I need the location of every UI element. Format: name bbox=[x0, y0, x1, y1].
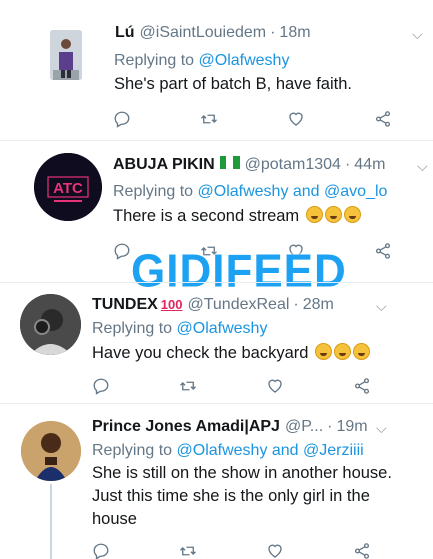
retweet-icon bbox=[201, 114, 217, 124]
reply-icon bbox=[93, 543, 109, 559]
tweet-text-line: house bbox=[92, 510, 137, 528]
like-icon bbox=[268, 379, 282, 393]
timestamp[interactable]: 28m bbox=[303, 296, 334, 314]
avatar-photo-icon bbox=[50, 30, 82, 80]
reply-button[interactable] bbox=[92, 375, 179, 397]
share-icon bbox=[375, 111, 391, 127]
tweet-3[interactable]: TUNDEX 100 @TundexReal · 28m ⌵ Replying … bbox=[0, 283, 433, 403]
user-handle[interactable]: @iSaintLouiedem bbox=[140, 24, 267, 42]
replying-prefix: Replying to bbox=[114, 52, 195, 69]
reply-icon bbox=[93, 378, 109, 395]
avatar-photo-icon bbox=[21, 421, 81, 481]
user-handle[interactable]: @TundexReal bbox=[187, 296, 289, 314]
share-button[interactable] bbox=[374, 108, 433, 130]
tweet-4[interactable]: Prince Jones Amadi|APJ @P... · 19m ⌵ Rep… bbox=[0, 404, 433, 559]
mention-link[interactable]: @Olafweshy bbox=[177, 320, 268, 337]
mention-link[interactable]: @Olafweshy bbox=[199, 52, 290, 69]
tweet-text: She is still on the show in another hous… bbox=[92, 462, 428, 531]
share-icon bbox=[354, 378, 370, 394]
share-icon bbox=[354, 543, 370, 559]
hundred-points-icon: 100 bbox=[160, 297, 183, 312]
replying-to: Replying to @Olafweshy and @avo_lo bbox=[113, 183, 387, 201]
avatar[interactable] bbox=[21, 421, 81, 481]
separator-dot: · bbox=[344, 156, 351, 173]
replying-prefix: Replying to bbox=[92, 442, 173, 459]
replying-to: Replying to @Olafweshy bbox=[114, 52, 289, 70]
like-button[interactable] bbox=[287, 108, 374, 130]
avatar[interactable] bbox=[50, 30, 82, 80]
tweet-header: Lú @iSaintLouiedem · 18m bbox=[115, 24, 311, 42]
reply-button[interactable] bbox=[113, 108, 200, 130]
avatar-photo-icon bbox=[20, 294, 81, 355]
tweet-text: Have you check the backyard bbox=[92, 342, 371, 365]
replying-to: Replying to @Olafweshy and @Jerziiii bbox=[92, 442, 364, 460]
laughing-emoji-icon bbox=[353, 343, 371, 360]
retweet-icon bbox=[180, 381, 196, 391]
chevron-down-icon[interactable]: ⌵ bbox=[417, 158, 428, 175]
laughing-emoji-icon bbox=[343, 206, 361, 223]
like-icon bbox=[289, 112, 303, 126]
retweet-button[interactable] bbox=[200, 108, 287, 130]
laughing-emoji-icon bbox=[324, 206, 342, 223]
share-button[interactable] bbox=[353, 540, 433, 559]
share-icon bbox=[375, 243, 391, 259]
laughing-emoji-icon bbox=[334, 343, 352, 360]
chevron-down-icon[interactable]: ⌵ bbox=[412, 26, 423, 43]
share-button[interactable] bbox=[374, 240, 433, 262]
reply-button[interactable] bbox=[92, 540, 179, 559]
tweet-text-content: Have you check the backyard bbox=[92, 344, 309, 362]
avatar[interactable]: ATC bbox=[34, 153, 102, 221]
separator-dot: · bbox=[270, 24, 276, 41]
tweet-text-line: Just this time she is the only girl in t… bbox=[92, 487, 370, 505]
separator-dot: · bbox=[327, 418, 333, 435]
retweet-button[interactable] bbox=[179, 375, 266, 397]
retweet-icon bbox=[180, 546, 196, 556]
display-name[interactable]: Prince Jones Amadi|APJ bbox=[92, 418, 280, 436]
chevron-down-icon[interactable]: ⌵ bbox=[376, 298, 387, 315]
replying-prefix: Replying to bbox=[113, 183, 194, 200]
reply-icon bbox=[114, 243, 130, 260]
avatar-logo-text: ATC bbox=[53, 180, 83, 197]
like-icon bbox=[268, 544, 282, 558]
user-handle[interactable]: @potam1304 bbox=[245, 156, 341, 174]
timestamp[interactable]: 18m bbox=[279, 24, 310, 42]
tweet-actions bbox=[92, 375, 433, 397]
display-name[interactable]: TUNDEX bbox=[92, 296, 158, 314]
tweet-actions bbox=[113, 108, 433, 130]
like-button[interactable] bbox=[266, 375, 353, 397]
laughing-emoji-icon bbox=[315, 343, 333, 360]
mention-link[interactable]: @Olafweshy and @avo_lo bbox=[198, 183, 388, 200]
retweet-button[interactable] bbox=[179, 540, 266, 559]
user-handle[interactable]: @P... bbox=[285, 418, 323, 436]
tweet-1[interactable]: Lú @iSaintLouiedem · 18m ⌵ Replying to @… bbox=[0, 0, 433, 140]
atc-logo-icon: ATC bbox=[34, 153, 102, 221]
nigeria-flag-icon bbox=[219, 156, 240, 169]
laughing-emoji-icon bbox=[305, 206, 323, 223]
tweet-text: There is a second stream bbox=[113, 205, 361, 228]
timestamp[interactable]: 44m bbox=[354, 156, 385, 174]
tweet-header: TUNDEX 100 @TundexReal · 28m bbox=[92, 296, 334, 314]
mention-link[interactable]: @Olafweshy and @Jerziiii bbox=[177, 442, 364, 459]
timestamp[interactable]: 19m bbox=[336, 418, 367, 436]
chevron-down-icon[interactable]: ⌵ bbox=[376, 420, 387, 437]
reply-icon bbox=[114, 111, 130, 128]
tweet-text-line: She is still on the show in another hous… bbox=[92, 464, 392, 482]
replying-to: Replying to @Olafweshy bbox=[92, 320, 267, 338]
tweet-text-content: There is a second stream bbox=[113, 207, 300, 225]
replying-prefix: Replying to bbox=[92, 320, 173, 337]
avatar[interactable] bbox=[20, 294, 81, 355]
tweet-header: Prince Jones Amadi|APJ @P... · 19m bbox=[92, 418, 368, 436]
separator-dot: · bbox=[293, 296, 299, 313]
thread-line bbox=[50, 484, 52, 559]
share-button[interactable] bbox=[353, 375, 433, 397]
like-button[interactable] bbox=[266, 540, 353, 559]
tweet-actions bbox=[92, 540, 433, 559]
display-name[interactable]: ABUJA PIKIN bbox=[113, 156, 215, 174]
display-name[interactable]: Lú bbox=[115, 24, 135, 42]
tweet-header: ABUJA PIKIN @potam1304 · 44m bbox=[113, 156, 385, 174]
tweet-text: She's part of batch B, have faith. bbox=[114, 75, 352, 93]
